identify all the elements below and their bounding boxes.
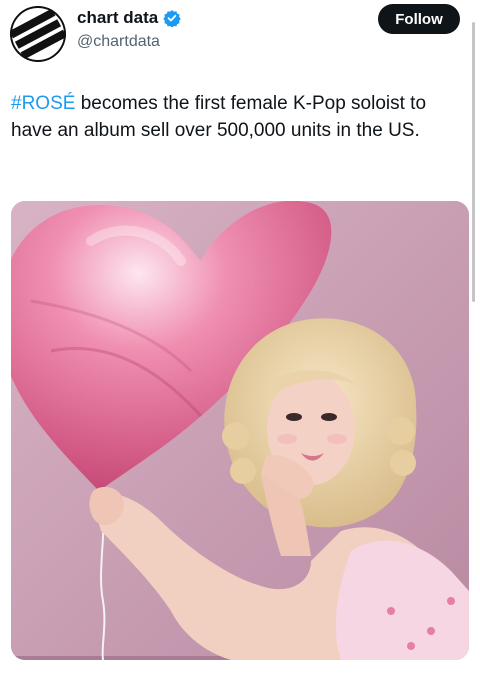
author-avatar[interactable]: [10, 6, 66, 62]
author-handle[interactable]: @chartdata: [77, 33, 160, 51]
author-name[interactable]: chart data: [77, 8, 158, 28]
tweet-photo[interactable]: [11, 201, 469, 660]
author-name-row[interactable]: chart data: [77, 8, 181, 28]
chart-data-logo-icon: [10, 6, 66, 62]
follow-button[interactable]: Follow: [378, 4, 460, 34]
photo-image: [11, 201, 469, 660]
scrollbar-thumb[interactable]: [472, 22, 475, 302]
verified-badge-icon: [163, 10, 181, 27]
hashtag-link[interactable]: #ROSÉ: [11, 93, 75, 114]
tweet-text: #ROSÉ becomes the first female K-Pop sol…: [11, 90, 466, 144]
